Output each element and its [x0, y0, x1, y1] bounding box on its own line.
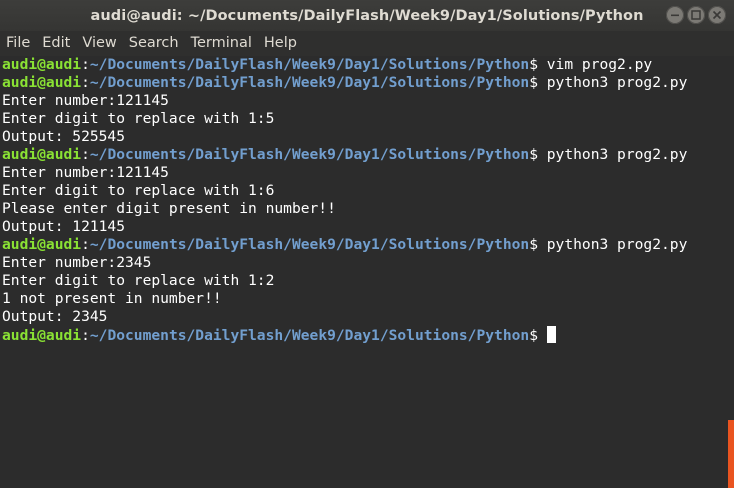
- command-text: python3 prog2.py: [537, 74, 688, 91]
- menu-view[interactable]: View: [76, 31, 122, 56]
- prompt-colon: :: [81, 74, 90, 91]
- prompt-path: ~/Documents/DailyFlash/Week9/Day1/Soluti…: [89, 236, 530, 253]
- prompt-line: audi@audi:~/Documents/DailyFlash/Week9/D…: [2, 74, 730, 92]
- prompt-line: audi@audi:~/Documents/DailyFlash/Week9/D…: [2, 56, 730, 74]
- output-line: 1 not present in number!!: [2, 290, 730, 308]
- output-line: Enter number:2345: [2, 254, 730, 272]
- menu-file[interactable]: File: [0, 31, 36, 56]
- prompt-line: audi@audi:~/Documents/DailyFlash/Week9/D…: [2, 236, 730, 254]
- prompt-line: audi@audi:~/Documents/DailyFlash/Week9/D…: [2, 146, 730, 164]
- minimize-button[interactable]: [666, 6, 684, 24]
- output-text: Enter number:2345: [2, 254, 152, 271]
- command-text: vim prog2.py: [537, 56, 653, 73]
- output-text: Enter digit to replace with 1:5: [2, 110, 275, 127]
- prompt-path: ~/Documents/DailyFlash/Week9/Day1/Soluti…: [89, 56, 530, 73]
- prompt-dollar: $: [529, 56, 538, 73]
- scrollbar-thumb[interactable]: [728, 420, 734, 488]
- output-text: Output: 121145: [2, 218, 126, 235]
- prompt-path: ~/Documents/DailyFlash/Week9/Day1/Soluti…: [89, 146, 530, 163]
- maximize-icon: [691, 10, 701, 20]
- command-text: python3 prog2.py: [537, 236, 688, 253]
- prompt-user: audi@audi: [2, 327, 82, 344]
- prompt-colon: :: [81, 236, 90, 253]
- prompt-colon: :: [81, 56, 90, 73]
- minimize-icon: [671, 14, 679, 17]
- output-text: Enter number:121145: [2, 92, 169, 109]
- output-line: Output: 2345: [2, 308, 730, 326]
- prompt-user: audi@audi: [2, 56, 82, 73]
- window-controls: [666, 6, 726, 24]
- output-line: Enter digit to replace with 1:5: [2, 110, 730, 128]
- prompt-colon: :: [81, 146, 90, 163]
- output-line: Enter digit to replace with 1:6: [2, 182, 730, 200]
- output-text: Output: 525545: [2, 128, 126, 145]
- menu-search[interactable]: Search: [123, 31, 185, 56]
- prompt-user: audi@audi: [2, 146, 82, 163]
- maximize-button[interactable]: [687, 6, 705, 24]
- prompt-dollar: $: [529, 146, 538, 163]
- menu-edit[interactable]: Edit: [36, 31, 76, 56]
- output-text: Enter digit to replace with 1:6: [2, 182, 275, 199]
- output-text: Output: 2345: [2, 308, 108, 325]
- output-line: Enter number:121145: [2, 92, 730, 110]
- menu-terminal[interactable]: Terminal: [185, 31, 258, 56]
- menu-bar: File Edit View Search Terminal Help: [0, 31, 734, 56]
- prompt-path: ~/Documents/DailyFlash/Week9/Day1/Soluti…: [89, 74, 530, 91]
- output-text: Please enter digit present in number!!: [2, 200, 336, 217]
- close-icon: [712, 10, 722, 20]
- menu-help[interactable]: Help: [258, 31, 303, 56]
- prompt-colon: :: [81, 327, 90, 344]
- prompt-dollar: $: [529, 236, 538, 253]
- output-text: Enter number:121145: [2, 164, 169, 181]
- close-button[interactable]: [708, 6, 726, 24]
- prompt-user: audi@audi: [2, 236, 82, 253]
- text-cursor: [546, 326, 556, 343]
- output-line: Output: 121145: [2, 218, 730, 236]
- prompt-dollar: $: [529, 327, 538, 344]
- output-line: Enter digit to replace with 1:2: [2, 272, 730, 290]
- window-title: audi@audi: ~/Documents/DailyFlash/Week9/…: [90, 7, 644, 24]
- prompt-path: ~/Documents/DailyFlash/Week9/Day1/Soluti…: [89, 327, 530, 344]
- output-line: Enter number:121145: [2, 164, 730, 182]
- output-line: Output: 525545: [2, 128, 730, 146]
- output-text: Enter digit to replace with 1:2: [2, 272, 275, 289]
- title-bar[interactable]: audi@audi: ~/Documents/DailyFlash/Week9/…: [0, 0, 734, 31]
- prompt-user: audi@audi: [2, 74, 82, 91]
- command-text: python3 prog2.py: [537, 146, 688, 163]
- terminal-output[interactable]: audi@audi:~/Documents/DailyFlash/Week9/D…: [0, 56, 730, 488]
- prompt-line: audi@audi:~/Documents/DailyFlash/Week9/D…: [2, 326, 730, 344]
- output-line: Please enter digit present in number!!: [2, 200, 730, 218]
- output-text: 1 not present in number!!: [2, 290, 222, 307]
- prompt-dollar: $: [529, 74, 538, 91]
- command-text: [538, 327, 547, 344]
- terminal-window: audi@audi: ~/Documents/DailyFlash/Week9/…: [0, 0, 734, 488]
